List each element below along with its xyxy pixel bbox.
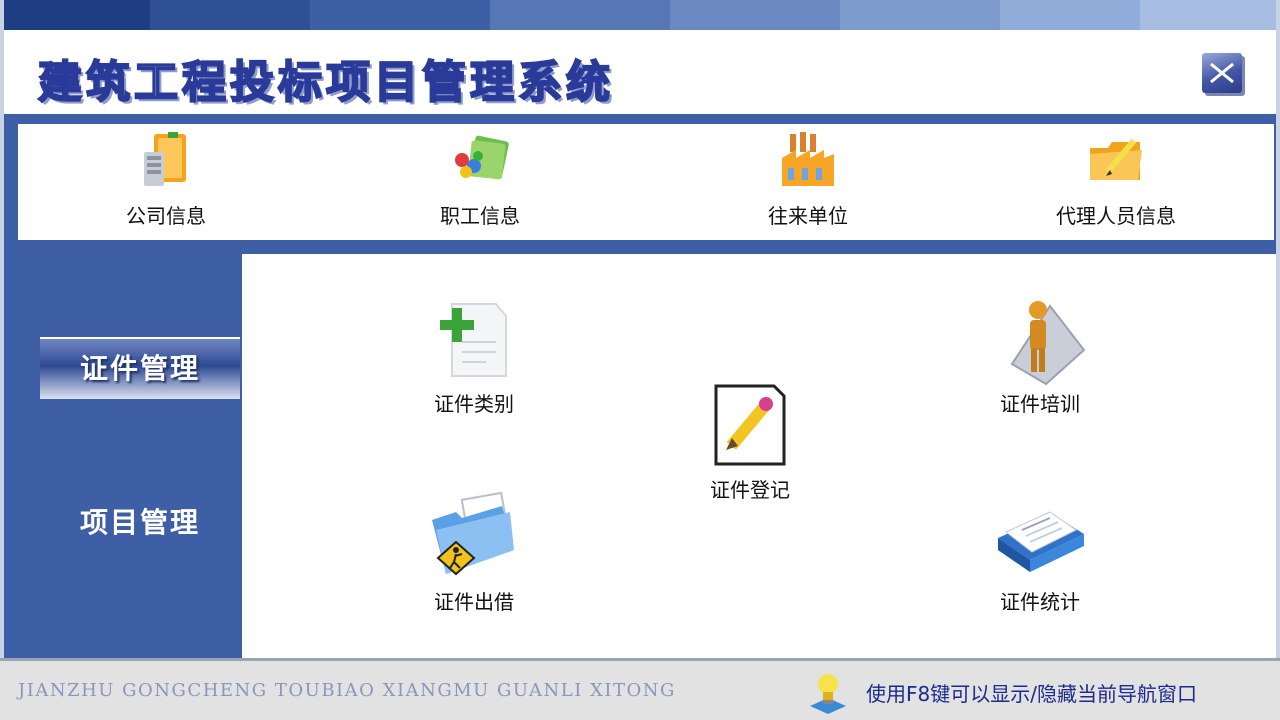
footer-app-name-pinyin: JIANZHU GONGCHENG TOUBIAO XIANGMU GUANLI… <box>18 680 676 701</box>
tile-certificate-lending[interactable]: 证件出借 <box>394 490 554 620</box>
folder-caution-icon <box>432 491 514 576</box>
tile-label: 证件出借 <box>434 590 514 614</box>
lightbulb-icon <box>810 674 846 714</box>
nav-label: 职工信息 <box>440 204 520 228</box>
nav-label: 往来单位 <box>768 204 848 228</box>
tile-certificate-statistics[interactable]: 证件统计 <box>960 490 1120 620</box>
nav-item-company-info[interactable]: 公司信息 <box>66 128 266 238</box>
footer-hint-text: 使用F8键可以显示/隐藏当前导航窗口 <box>866 682 1197 706</box>
app-title: 建筑工程投标项目管理系统 <box>37 56 614 109</box>
report-book-icon <box>998 511 1084 572</box>
sidebar <box>4 254 242 658</box>
nav-item-partners[interactable]: 往来单位 <box>708 128 908 238</box>
people-folder-icon <box>455 135 509 180</box>
add-document-icon <box>440 303 507 377</box>
nav-label: 代理人员信息 <box>1056 204 1176 228</box>
edit-document-icon <box>714 384 786 466</box>
nav-item-agent-info[interactable]: 代理人员信息 <box>1016 128 1216 238</box>
sidebar-item-certificate-management[interactable]: 证件管理 <box>40 337 240 399</box>
sidebar-item-label: 项目管理 <box>79 506 200 539</box>
sidebar-item-label: 证件管理 <box>79 352 200 385</box>
nav-label: 公司信息 <box>126 204 206 228</box>
window-frame-right <box>1276 0 1280 720</box>
folder-pencil-icon <box>1090 138 1142 180</box>
window-titlebar <box>0 0 1280 30</box>
factory-icon <box>782 132 834 186</box>
nav-band-bottom <box>4 240 1276 254</box>
nav-item-staff-info[interactable]: 职工信息 <box>380 128 580 238</box>
tile-certificate-registration[interactable]: 证件登记 <box>670 378 830 508</box>
person-document-icon <box>1010 301 1086 386</box>
tile-label: 证件登记 <box>710 478 790 502</box>
close-x-icon <box>1210 62 1234 84</box>
close-button[interactable] <box>1202 53 1242 93</box>
nav-band-top <box>4 114 1276 124</box>
tile-certificate-category[interactable]: 证件类别 <box>394 292 554 422</box>
tile-label: 证件类别 <box>434 392 514 416</box>
tile-certificate-training[interactable]: 证件培训 <box>960 292 1120 422</box>
tile-label: 证件培训 <box>1000 392 1080 416</box>
company-building-icon <box>144 132 186 186</box>
sidebar-item-project-management[interactable]: 项目管理 <box>40 493 240 553</box>
tile-label: 证件统计 <box>1000 590 1080 614</box>
